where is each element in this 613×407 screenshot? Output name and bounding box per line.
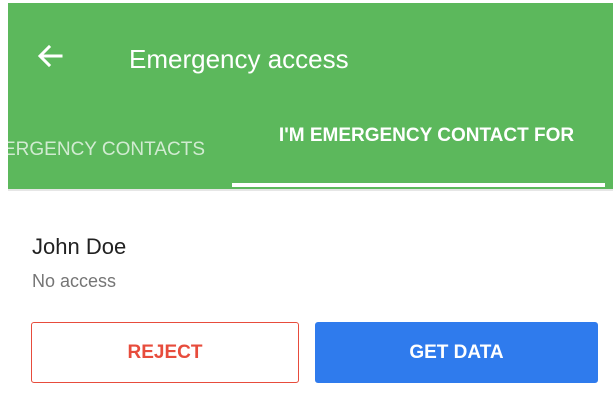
page-title: Emergency access [129, 44, 349, 74]
arrow-left-icon [37, 44, 63, 68]
tab-emergency-contact-for-label: I'M EMERGENCY CONTACT FOR [278, 125, 575, 146]
tab-emergency-contact-for[interactable]: I'M EMERGENCY CONTACT FOR [240, 109, 613, 189]
contact-access-status: No access [32, 271, 117, 291]
back-button[interactable] [29, 34, 73, 78]
selected-tab-indicator [232, 183, 605, 187]
tab-bar-divider [8, 189, 613, 191]
reject-button[interactable]: REJECT [31, 322, 299, 383]
get-data-button[interactable]: GET DATA [315, 322, 598, 383]
tab-emergency-contacts[interactable]: EMERGENCY CONTACTS [8, 109, 240, 189]
toolbar: Emergency access [8, 3, 613, 109]
app-bar: Emergency access EMERGENCY CONTACTS I'M … [8, 3, 613, 189]
tab-bar: EMERGENCY CONTACTS I'M EMERGENCY CONTACT… [8, 109, 613, 189]
contact-name: John Doe [32, 234, 127, 259]
reject-button-label: REJECT [127, 341, 203, 363]
get-data-button-label: GET DATA [409, 341, 504, 363]
tab-emergency-contacts-label: EMERGENCY CONTACTS [8, 139, 205, 160]
